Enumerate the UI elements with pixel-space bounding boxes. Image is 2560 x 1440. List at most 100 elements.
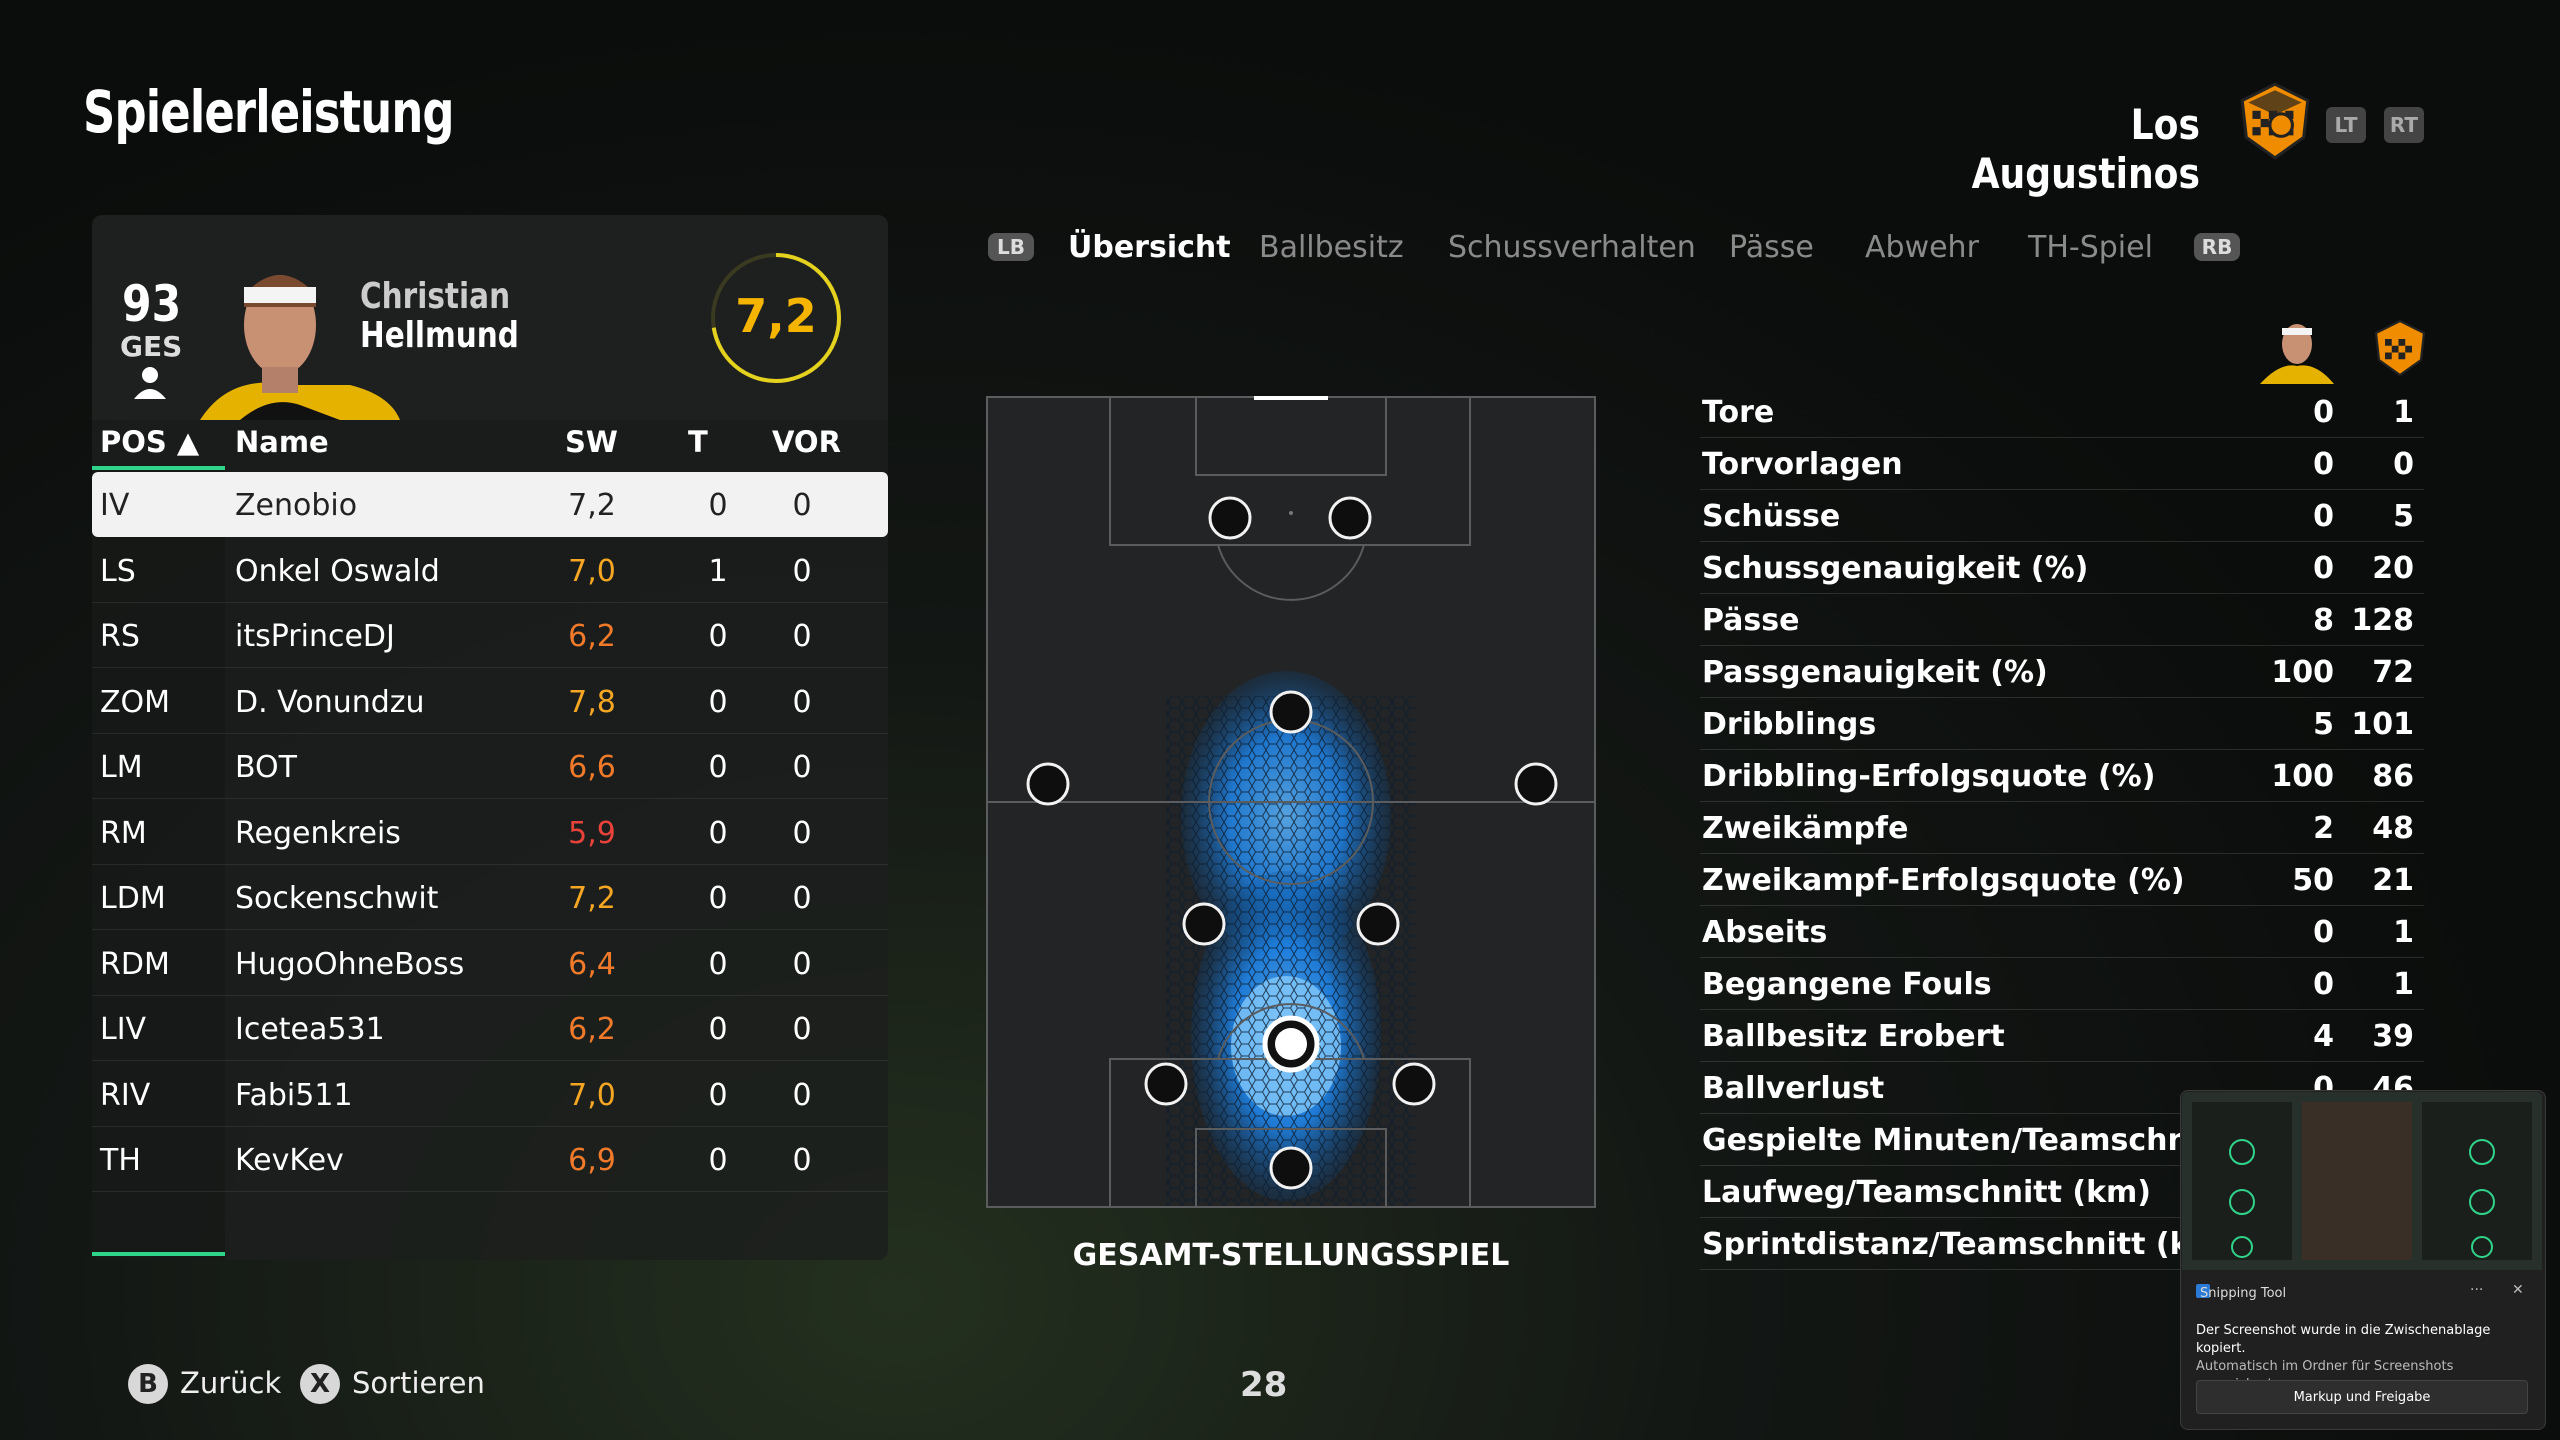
row-sw: 7,2 (568, 488, 616, 523)
row-sw: 7,8 (568, 684, 616, 720)
row-sw: 6,6 (568, 750, 616, 785)
more-options-icon[interactable]: ··· (2470, 1282, 2483, 1298)
screenshot-thumbnail[interactable] (2182, 1092, 2542, 1270)
row-name: Zenobio (235, 488, 358, 523)
stat-row: Abseits 0 1 (1700, 905, 2424, 958)
row-vor: 0 (792, 815, 812, 851)
col-header-pos[interactable]: POS ▲ (100, 425, 199, 459)
tab-5[interactable]: TH-Spiel (2028, 230, 2153, 265)
table-row[interactable]: IV Zenobio 7,2 0 0 (92, 472, 888, 537)
stat-team-value: 1 (2393, 967, 2414, 1002)
row-name: KevKev (235, 1143, 344, 1178)
stat-row: Ballbesitz Erobert 4 39 (1700, 1009, 2424, 1062)
row-sw: 7,0 (568, 1077, 616, 1113)
back-button[interactable]: Zurück (180, 1366, 281, 1400)
col-header-vor[interactable]: VOR (772, 425, 841, 459)
stat-player-value: 50 (2292, 863, 2334, 898)
stat-row: Schüsse 0 5 (1700, 489, 2424, 542)
rb-bumper-icon[interactable]: RB (2194, 233, 2240, 261)
table-row[interactable]: LIV Icetea531 6,2 0 0 (92, 996, 888, 1061)
tab-4[interactable]: Abwehr (1865, 230, 1979, 265)
row-pos: RM (100, 815, 147, 851)
match-rating-value: 7,2 (735, 289, 817, 343)
person-icon (134, 367, 166, 399)
table-row[interactable]: RS itsPrinceDJ 6,2 0 0 (92, 603, 888, 668)
row-sw: 7,0 (568, 553, 616, 589)
row-t: 0 (708, 1077, 728, 1113)
close-icon[interactable]: ✕ (2512, 1282, 2524, 1298)
table-row[interactable]: LDM Sockenschwit 7,2 0 0 (92, 865, 888, 930)
tab-3[interactable]: Pässe (1729, 230, 1814, 265)
toast-message-line: Der Screenshot wurde in die Zwischenabla… (2196, 1323, 2491, 1356)
lb-bumper-icon[interactable]: LB (988, 233, 1034, 261)
row-t: 0 (708, 881, 728, 916)
b-button-icon[interactable]: B (128, 1364, 168, 1404)
row-name: Fabi511 (235, 1077, 353, 1113)
stat-player-value: 0 (2313, 967, 2334, 1002)
row-name: itsPrinceDJ (235, 619, 395, 654)
row-pos: RIV (100, 1077, 151, 1113)
row-t: 0 (708, 1012, 728, 1047)
tab-2[interactable]: Schussverhalten (1448, 230, 1696, 265)
row-pos: ZOM (100, 684, 171, 720)
tab-1[interactable]: Ballbesitz (1259, 230, 1404, 265)
stat-team-value: 39 (2372, 1019, 2414, 1054)
team-crest-icon (2240, 82, 2310, 160)
stat-label: Schussgenauigkeit (%) (1702, 551, 2089, 586)
stat-label: Ballverlust (1702, 1071, 1885, 1106)
table-row[interactable]: LS Onkel Oswald 7,0 1 0 (92, 538, 888, 603)
stat-label: Ballbesitz Erobert (1702, 1019, 2005, 1054)
tab-0[interactable]: Übersicht (1068, 230, 1231, 265)
stat-row: Dribblings 5 101 (1700, 697, 2424, 750)
overall-label: GES (120, 330, 183, 363)
col-header-t[interactable]: T (688, 425, 708, 459)
row-t: 1 (708, 553, 728, 589)
stat-row: Torvorlagen 0 0 (1700, 437, 2424, 490)
x-button-icon[interactable]: X (300, 1364, 340, 1404)
stat-team-value: 21 (2372, 863, 2414, 898)
stat-team-value: 101 (2351, 707, 2414, 742)
row-name: HugoOhneBoss (235, 946, 465, 982)
stat-row: Passgenauigkeit (%) 100 72 (1700, 645, 2424, 698)
rt-trigger-icon[interactable]: RT (2384, 107, 2424, 143)
row-name: Regenkreis (235, 815, 401, 851)
row-vor: 0 (792, 553, 812, 589)
table-row[interactable]: RM Regenkreis 5,9 0 0 (92, 800, 888, 865)
row-vor: 0 (792, 946, 812, 982)
table-row[interactable]: ZOM D. Vonundzu 7,8 0 0 (92, 669, 888, 734)
sort-indicator (92, 466, 225, 470)
row-sw: 6,9 (568, 1143, 616, 1178)
table-row[interactable]: LM BOT 6,6 0 0 (92, 734, 888, 799)
team-crest-small-icon (2374, 319, 2426, 377)
row-sw: 7,2 (568, 881, 616, 916)
stat-team-value: 1 (2393, 395, 2414, 430)
table-row[interactable]: RIV Fabi511 7,0 0 0 (92, 1062, 888, 1127)
stat-team-value: 86 (2372, 759, 2414, 794)
row-sw: 6,2 (568, 619, 616, 654)
col-header-sw[interactable]: SW (565, 425, 618, 459)
row-pos: LDM (100, 881, 166, 916)
row-vor: 0 (792, 881, 812, 916)
positioning-heatmap (986, 396, 1596, 1208)
stat-player-value: 0 (2313, 551, 2334, 586)
row-vor: 0 (792, 1143, 812, 1178)
stat-row: Pässe 8 128 (1700, 593, 2424, 646)
row-vor: 0 (792, 488, 812, 523)
row-pos: RDM (100, 946, 170, 982)
markup-share-button[interactable]: Markup und Freigabe (2196, 1380, 2528, 1414)
sort-button[interactable]: Sortieren (352, 1366, 485, 1400)
col-header-name[interactable]: Name (235, 425, 329, 459)
overall-rating: 93 (122, 275, 182, 333)
stat-team-value: 72 (2372, 655, 2414, 690)
stat-player-value: 0 (2313, 499, 2334, 534)
row-t: 0 (708, 750, 728, 785)
stat-label: Begangene Fouls (1702, 967, 1992, 1002)
row-t: 0 (708, 815, 728, 851)
table-row[interactable]: RDM HugoOhneBoss 6,4 0 0 (92, 931, 888, 996)
table-row[interactable]: TH KevKev 6,9 0 0 (92, 1127, 888, 1192)
row-pos: LS (100, 553, 136, 589)
row-vor: 0 (792, 684, 812, 720)
row-sw: 6,4 (568, 946, 616, 982)
lt-trigger-icon[interactable]: LT (2326, 107, 2366, 143)
stat-label: Passgenauigkeit (%) (1702, 655, 2048, 690)
